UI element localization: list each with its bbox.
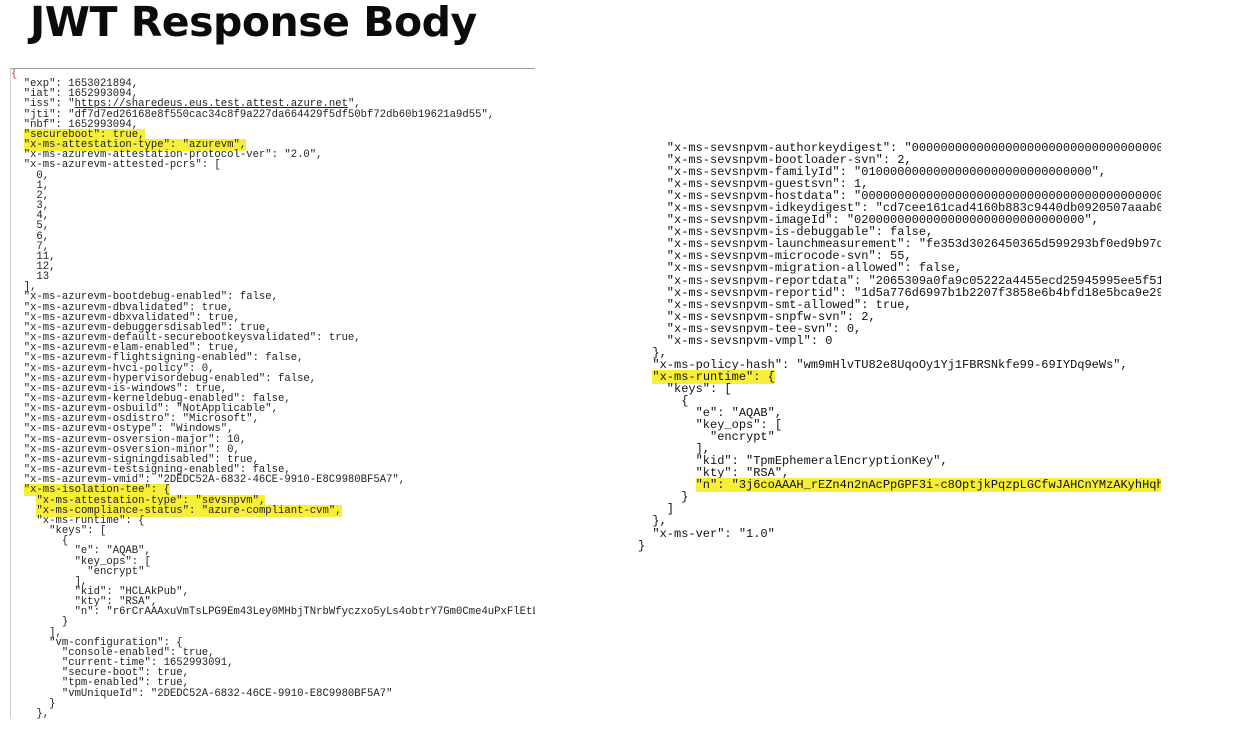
- json-line: "vmUniqueId": "2DEDC52A-6832-46CE-9910-E…: [11, 687, 535, 700]
- highlighted-json-text: "n": "3j6coAAAH_rEZn4n2nAcPpGPF3i-c8Optj…: [695, 478, 1161, 493]
- json-line: }: [11, 617, 535, 628]
- json-line: }: [11, 698, 535, 709]
- json-text: }: [638, 538, 646, 553]
- json-line: "x-ms-ver": "1.0": [638, 526, 1161, 541]
- json-line: }: [638, 491, 1161, 503]
- json-line: },: [11, 709, 535, 719]
- json-line: "n": "r6rCrAAAxuVmTsLPG9Em43Ley0MHbjTNrb…: [11, 606, 535, 619]
- json-text: "x-ms-ver": "1.0": [638, 526, 775, 541]
- json-line: "keys": [: [638, 383, 1161, 395]
- page-title: JWT Response Body: [30, 0, 477, 46]
- json-line: 12,: [11, 262, 535, 273]
- json-line: 5,: [11, 221, 535, 232]
- json-right-panel: "x-ms-sevsnpvm-authorkeydigest": "000000…: [638, 142, 1161, 562]
- json-line: "x-ms-sevsnpvm-vmpl": 0: [638, 335, 1161, 347]
- json-text: },: [11, 707, 50, 719]
- json-line: 7,: [11, 241, 535, 252]
- json-text: "x-ms-sevsnpvm-vmpl": 0: [638, 333, 833, 348]
- json-line: 3,: [11, 201, 535, 212]
- json-line: 2,: [11, 191, 535, 202]
- json-line: "x-ms-azurevm-attested-pcrs": [: [11, 160, 535, 171]
- json-line: 0,: [11, 170, 535, 181]
- json-text: "vmUniqueId": "2DEDC52A-6832-46CE-9910-E…: [11, 687, 393, 700]
- json-line: "encrypt": [11, 566, 535, 577]
- json-line: 4,: [11, 211, 535, 222]
- json-left-panel: { "exp": 1653021894, "iat": 1652993094, …: [10, 68, 535, 719]
- json-line: }: [638, 540, 1161, 552]
- json-code-block: "x-ms-sevsnpvm-authorkeydigest": "000000…: [638, 142, 1161, 552]
- json-line: 11,: [11, 252, 535, 263]
- json-line: 6,: [11, 231, 535, 242]
- json-text: "n": "r6rCrAAAxuVmTsLPG9Em43Ley0MHbjTNrb…: [11, 606, 535, 619]
- json-line: "n": "3j6coAAAH_rEZn4n2nAcPpGPF3i-c8Optj…: [638, 478, 1161, 493]
- json-line: ]: [638, 503, 1161, 515]
- json-line: "keys": [: [11, 526, 535, 537]
- json-line: 1,: [11, 180, 535, 191]
- json-code-block: { "exp": 1653021894, "iat": 1652993094, …: [11, 69, 535, 719]
- json-line: "encrypt": [638, 431, 1161, 443]
- json-line: 13: [11, 272, 535, 283]
